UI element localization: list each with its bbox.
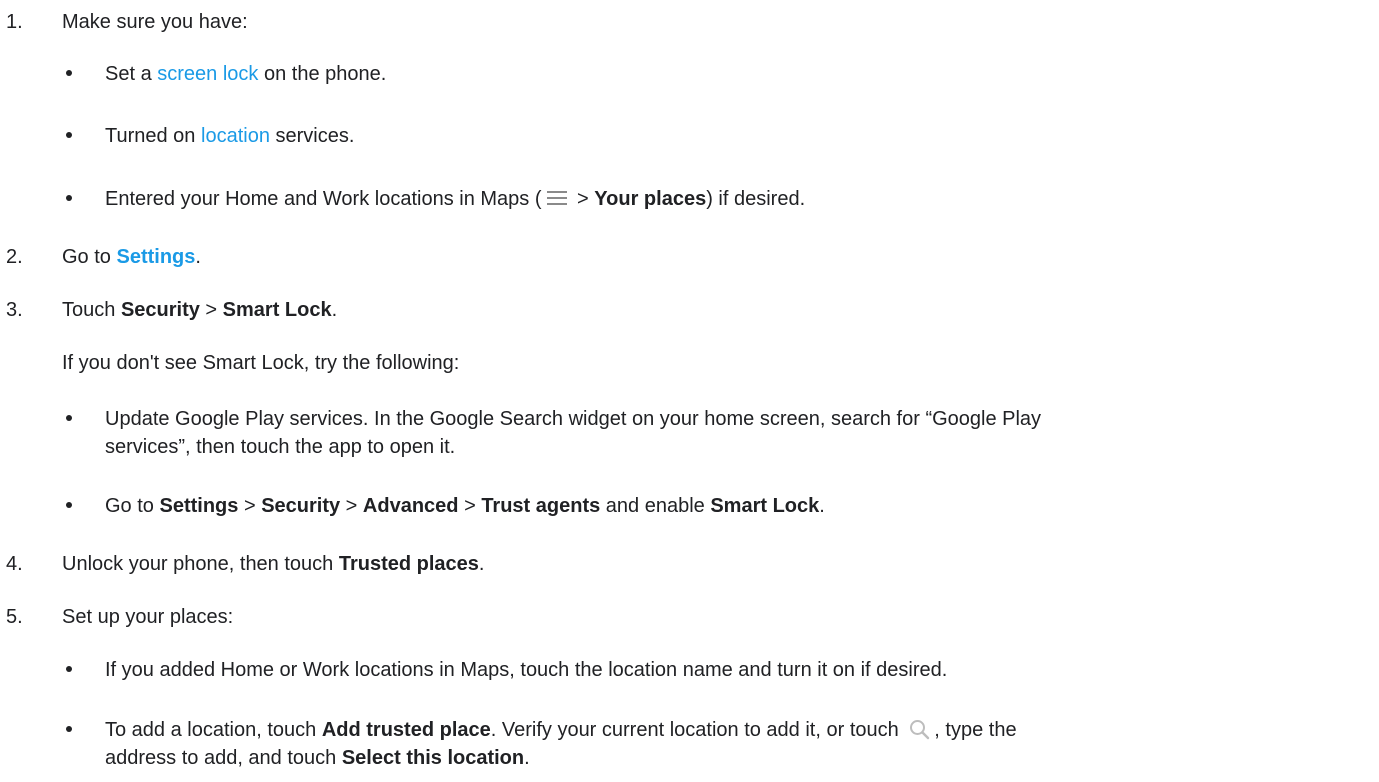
location-link[interactable]: location [201, 125, 270, 147]
step-number: 1. [6, 11, 23, 33]
step-text: Touch [62, 299, 121, 321]
bullet [62, 494, 76, 518]
step-text: Set up your places: [62, 606, 234, 628]
step-text: Unlock your phone, then touch [62, 553, 339, 575]
security-label: Security [120, 299, 200, 321]
your-places-label: Your places [594, 188, 707, 210]
screen-lock-link[interactable]: screen lock [157, 63, 258, 85]
step-text: Make sure you have: [62, 11, 248, 33]
bullet-text: If you added Home or Work locations in M… [105, 659, 948, 681]
bullet-text: on the phone. [258, 63, 387, 85]
bullet [62, 658, 76, 682]
step-text: . [478, 553, 485, 575]
bullet [62, 124, 76, 148]
step-number: 3. [6, 299, 23, 321]
menu-icon [545, 190, 569, 206]
bullet-text: To add a location, touch [105, 719, 322, 741]
advanced-label: Advanced [362, 495, 459, 517]
step-text: > [199, 299, 223, 321]
step-number: 2. [6, 246, 23, 268]
step-text: . [331, 299, 338, 321]
bullet-text: services. [269, 125, 355, 147]
bullet-text: > [571, 188, 595, 210]
step-text: . [195, 246, 201, 268]
select-this-location-label: Select this location [341, 747, 525, 769]
add-trusted-place-label: Add trusted place [321, 719, 491, 741]
bullet [62, 187, 76, 211]
step-text: Go to [62, 246, 117, 268]
smart-lock-label: Smart Lock [710, 495, 820, 517]
bullet-text: . [819, 495, 825, 517]
bullet-text: , type the [934, 719, 1017, 741]
settings-label: Settings [159, 495, 239, 517]
step-number: 4. [6, 553, 23, 575]
step-number: 5. [6, 606, 23, 628]
bullet-text: . Verify your current location to add it… [490, 719, 905, 741]
bullet-text: services”, then touch the app to open it… [105, 436, 456, 458]
separator: > [238, 495, 262, 517]
separator: > [340, 495, 363, 517]
search-icon [910, 719, 930, 739]
bullet-text: ) if desired. [706, 188, 806, 210]
smart-lock-label: Smart Lock [222, 299, 332, 321]
bullet-text: address to add, and touch [105, 747, 342, 769]
security-label: Security [261, 495, 341, 517]
bullet-text: Go to [105, 495, 160, 517]
trusted-places-label: Trusted places [338, 553, 479, 575]
note-text: If you don't see Smart Lock, try the fol… [62, 352, 460, 374]
bullet [62, 62, 76, 86]
bullet-text: . [524, 747, 530, 769]
settings-link[interactable]: Settings [116, 246, 195, 268]
bullet [62, 407, 76, 431]
bullet-text: and enable [600, 495, 711, 517]
bullet [62, 718, 76, 742]
separator: > [458, 495, 482, 517]
bullet-text: Set a [105, 63, 158, 85]
bullet-text: Update Google Play services. In the Goog… [105, 408, 1042, 430]
trust-agents-label: Trust agents [481, 495, 601, 517]
bullet-text: Turned on [105, 125, 201, 147]
bullet-text: Entered your Home and Work locations in … [105, 188, 542, 210]
